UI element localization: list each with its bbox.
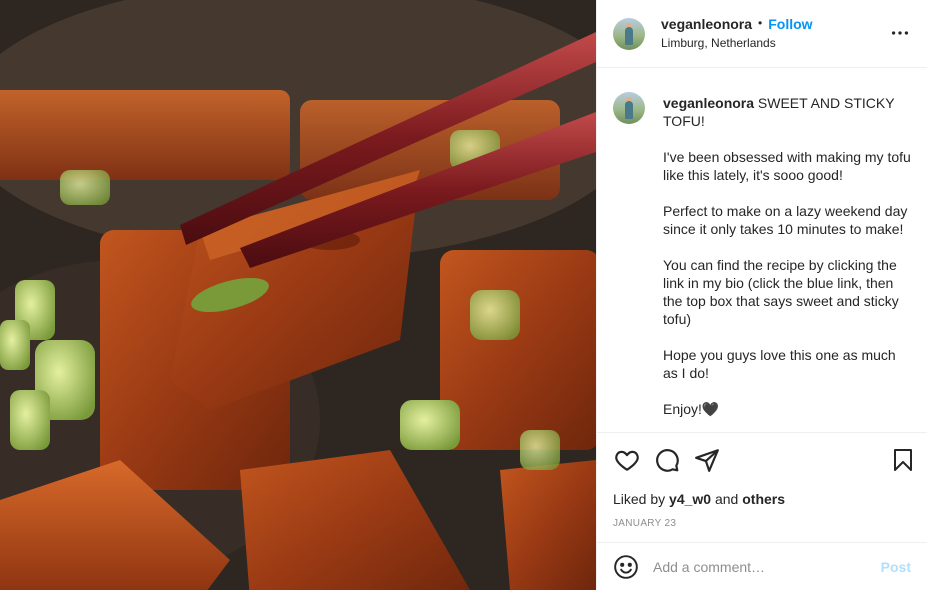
likes-prefix: Liked by xyxy=(613,491,670,507)
post-comment-button[interactable]: Post xyxy=(881,559,911,575)
separator-dot: • xyxy=(758,16,763,31)
bookmark-icon[interactable] xyxy=(891,447,915,478)
author-username[interactable]: veganleonora xyxy=(661,15,752,33)
post-location[interactable]: Limburg, Netherlands xyxy=(661,36,813,52)
comment-icon[interactable] xyxy=(653,446,681,474)
caption-paragraph: I've been obsessed with making my tofu l… xyxy=(663,149,911,183)
post-photo[interactable] xyxy=(0,0,596,590)
post-date[interactable]: JANUARY 23 xyxy=(613,518,911,529)
smiley-icon[interactable] xyxy=(613,554,639,580)
follow-button[interactable]: Follow xyxy=(768,15,812,33)
post-actions: Liked by y4_w0 and others JANUARY 23 xyxy=(597,432,927,542)
tofu-photo-illustration xyxy=(0,0,596,590)
author-avatar[interactable] xyxy=(613,17,645,50)
post-header: veganleonora • Follow Limburg, Netherlan… xyxy=(597,0,927,68)
comment-box: Post xyxy=(597,542,927,590)
share-icon[interactable] xyxy=(693,446,721,474)
liked-by-user[interactable]: y4_w0 xyxy=(669,491,711,507)
post-caption: veganleonora SWEET AND STICKY TOFU! I've… xyxy=(597,68,927,432)
caption-paragraph: Enjoy!🖤 xyxy=(663,401,720,417)
likes-summary: Liked by y4_w0 and others xyxy=(613,491,911,507)
post-details-panel: veganleonora • Follow Limburg, Netherlan… xyxy=(596,0,927,590)
likes-others-link[interactable]: others xyxy=(742,491,785,507)
caption-paragraph: Hope you guys love this one as much as I… xyxy=(663,347,896,381)
caption-author-avatar[interactable] xyxy=(613,92,645,124)
comment-input[interactable] xyxy=(653,558,881,575)
more-options-icon[interactable] xyxy=(889,22,911,48)
caption-username[interactable]: veganleonora xyxy=(663,95,754,111)
caption-paragraph: You can find the recipe by clicking the … xyxy=(663,257,899,327)
caption-paragraph: Perfect to make on a lazy weekend day si… xyxy=(663,203,908,237)
caption-title: veganleonora SWEET AND STICKY TOFU! xyxy=(663,94,911,130)
heart-icon[interactable] xyxy=(613,446,641,474)
likes-middle: and xyxy=(711,491,743,507)
